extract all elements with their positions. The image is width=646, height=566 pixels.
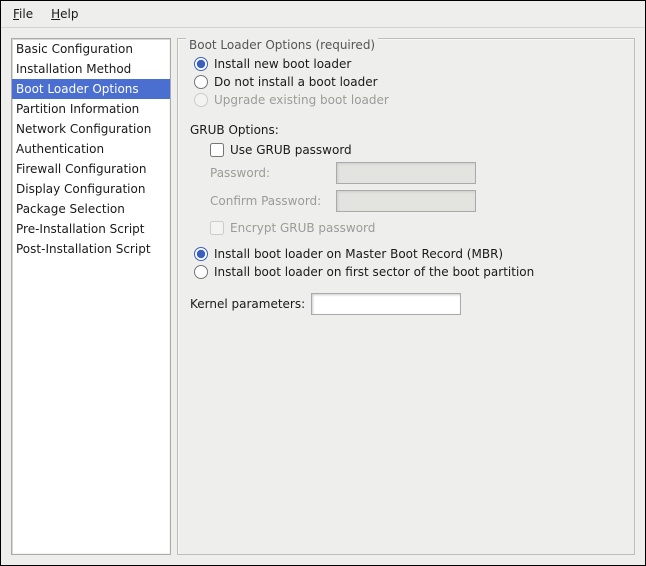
checkbox-use-grub-password[interactable] <box>210 143 224 157</box>
sidebar-item-package-selection[interactable]: Package Selection <box>12 199 170 219</box>
radio-mbr[interactable] <box>194 247 208 261</box>
radio-row-first-sector: Install boot loader on first sector of t… <box>188 263 624 281</box>
sidebar-item-label: Post-Installation Script <box>16 242 151 256</box>
sidebar-item-firewall-configuration[interactable]: Firewall Configuration <box>12 159 170 179</box>
radio-install-new-label: Install new boot loader <box>214 57 351 71</box>
sidebar-item-post-installation-script[interactable]: Post-Installation Script <box>12 239 170 259</box>
sidebar-item-pre-installation-script[interactable]: Pre-Installation Script <box>12 219 170 239</box>
radio-row-install-new: Install new boot loader <box>188 55 624 73</box>
radio-row-mbr: Install boot loader on Master Boot Recor… <box>188 245 624 263</box>
content-area: Basic Configuration Installation Method … <box>1 28 645 565</box>
radio-first-sector[interactable] <box>194 265 208 279</box>
sidebar-item-label: Display Configuration <box>16 182 145 196</box>
grub-options-label: GRUB Options: <box>188 123 624 137</box>
sidebar-item-label: Pre-Installation Script <box>16 222 145 236</box>
check-row-use-grub-password: Use GRUB password <box>188 141 624 159</box>
confirm-password-label: Confirm Password: <box>210 194 330 208</box>
sidebar-item-label: Firewall Configuration <box>16 162 146 176</box>
radio-mbr-label: Install boot loader on Master Boot Recor… <box>214 247 503 261</box>
radio-install-new[interactable] <box>194 57 208 71</box>
sidebar-item-partition-information[interactable]: Partition Information <box>12 99 170 119</box>
panel-group-title: Boot Loader Options (required) <box>186 38 378 52</box>
sidebar-item-network-configuration[interactable]: Network Configuration <box>12 119 170 139</box>
radio-upgrade <box>194 93 208 107</box>
confirm-password-input <box>336 190 476 212</box>
menubar: File Help <box>1 1 645 28</box>
radio-upgrade-label: Upgrade existing boot loader <box>214 93 389 107</box>
password-input <box>336 162 476 184</box>
kernel-parameters-row: Kernel parameters: <box>188 281 624 315</box>
menu-help-rest: elp <box>60 7 78 21</box>
radio-do-not-install[interactable] <box>194 75 208 89</box>
menu-help[interactable]: Help <box>47 5 82 23</box>
sidebar-item-label: Network Configuration <box>16 122 151 136</box>
sidebar-item-installation-method[interactable]: Installation Method <box>12 59 170 79</box>
menu-file[interactable]: File <box>9 5 37 23</box>
radio-row-do-not-install: Do not install a boot loader <box>188 73 624 91</box>
sidebar-item-label: Authentication <box>16 142 104 156</box>
menu-file-rest: ile <box>19 7 33 21</box>
form-row-confirm-password: Confirm Password: <box>188 187 624 215</box>
check-row-encrypt-grub-password: Encrypt GRUB password <box>188 219 624 237</box>
sidebar-item-basic-configuration[interactable]: Basic Configuration <box>12 39 170 59</box>
password-label: Password: <box>210 166 330 180</box>
checkbox-use-grub-password-label: Use GRUB password <box>230 143 352 157</box>
checkbox-encrypt-grub-password <box>210 221 224 235</box>
sidebar-item-label: Basic Configuration <box>16 42 133 56</box>
checkbox-encrypt-grub-password-label: Encrypt GRUB password <box>230 221 375 235</box>
sidebar-item-authentication[interactable]: Authentication <box>12 139 170 159</box>
sidebar-item-display-configuration[interactable]: Display Configuration <box>12 179 170 199</box>
sidebar-item-label: Installation Method <box>16 62 131 76</box>
radio-do-not-install-label: Do not install a boot loader <box>214 75 378 89</box>
boot-loader-panel: Boot Loader Options (required) Install n… <box>177 38 635 555</box>
sidebar-item-boot-loader-options[interactable]: Boot Loader Options <box>12 79 170 99</box>
kernel-parameters-label: Kernel parameters: <box>190 297 305 311</box>
radio-first-sector-label: Install boot loader on first sector of t… <box>214 265 534 279</box>
kernel-parameters-input[interactable] <box>311 293 461 315</box>
sidebar-item-label: Boot Loader Options <box>16 82 139 96</box>
sidebar-item-label: Package Selection <box>16 202 125 216</box>
radio-row-upgrade: Upgrade existing boot loader <box>188 91 624 109</box>
form-row-password: Password: <box>188 159 624 187</box>
sidebar: Basic Configuration Installation Method … <box>11 38 171 555</box>
sidebar-item-label: Partition Information <box>16 102 139 116</box>
